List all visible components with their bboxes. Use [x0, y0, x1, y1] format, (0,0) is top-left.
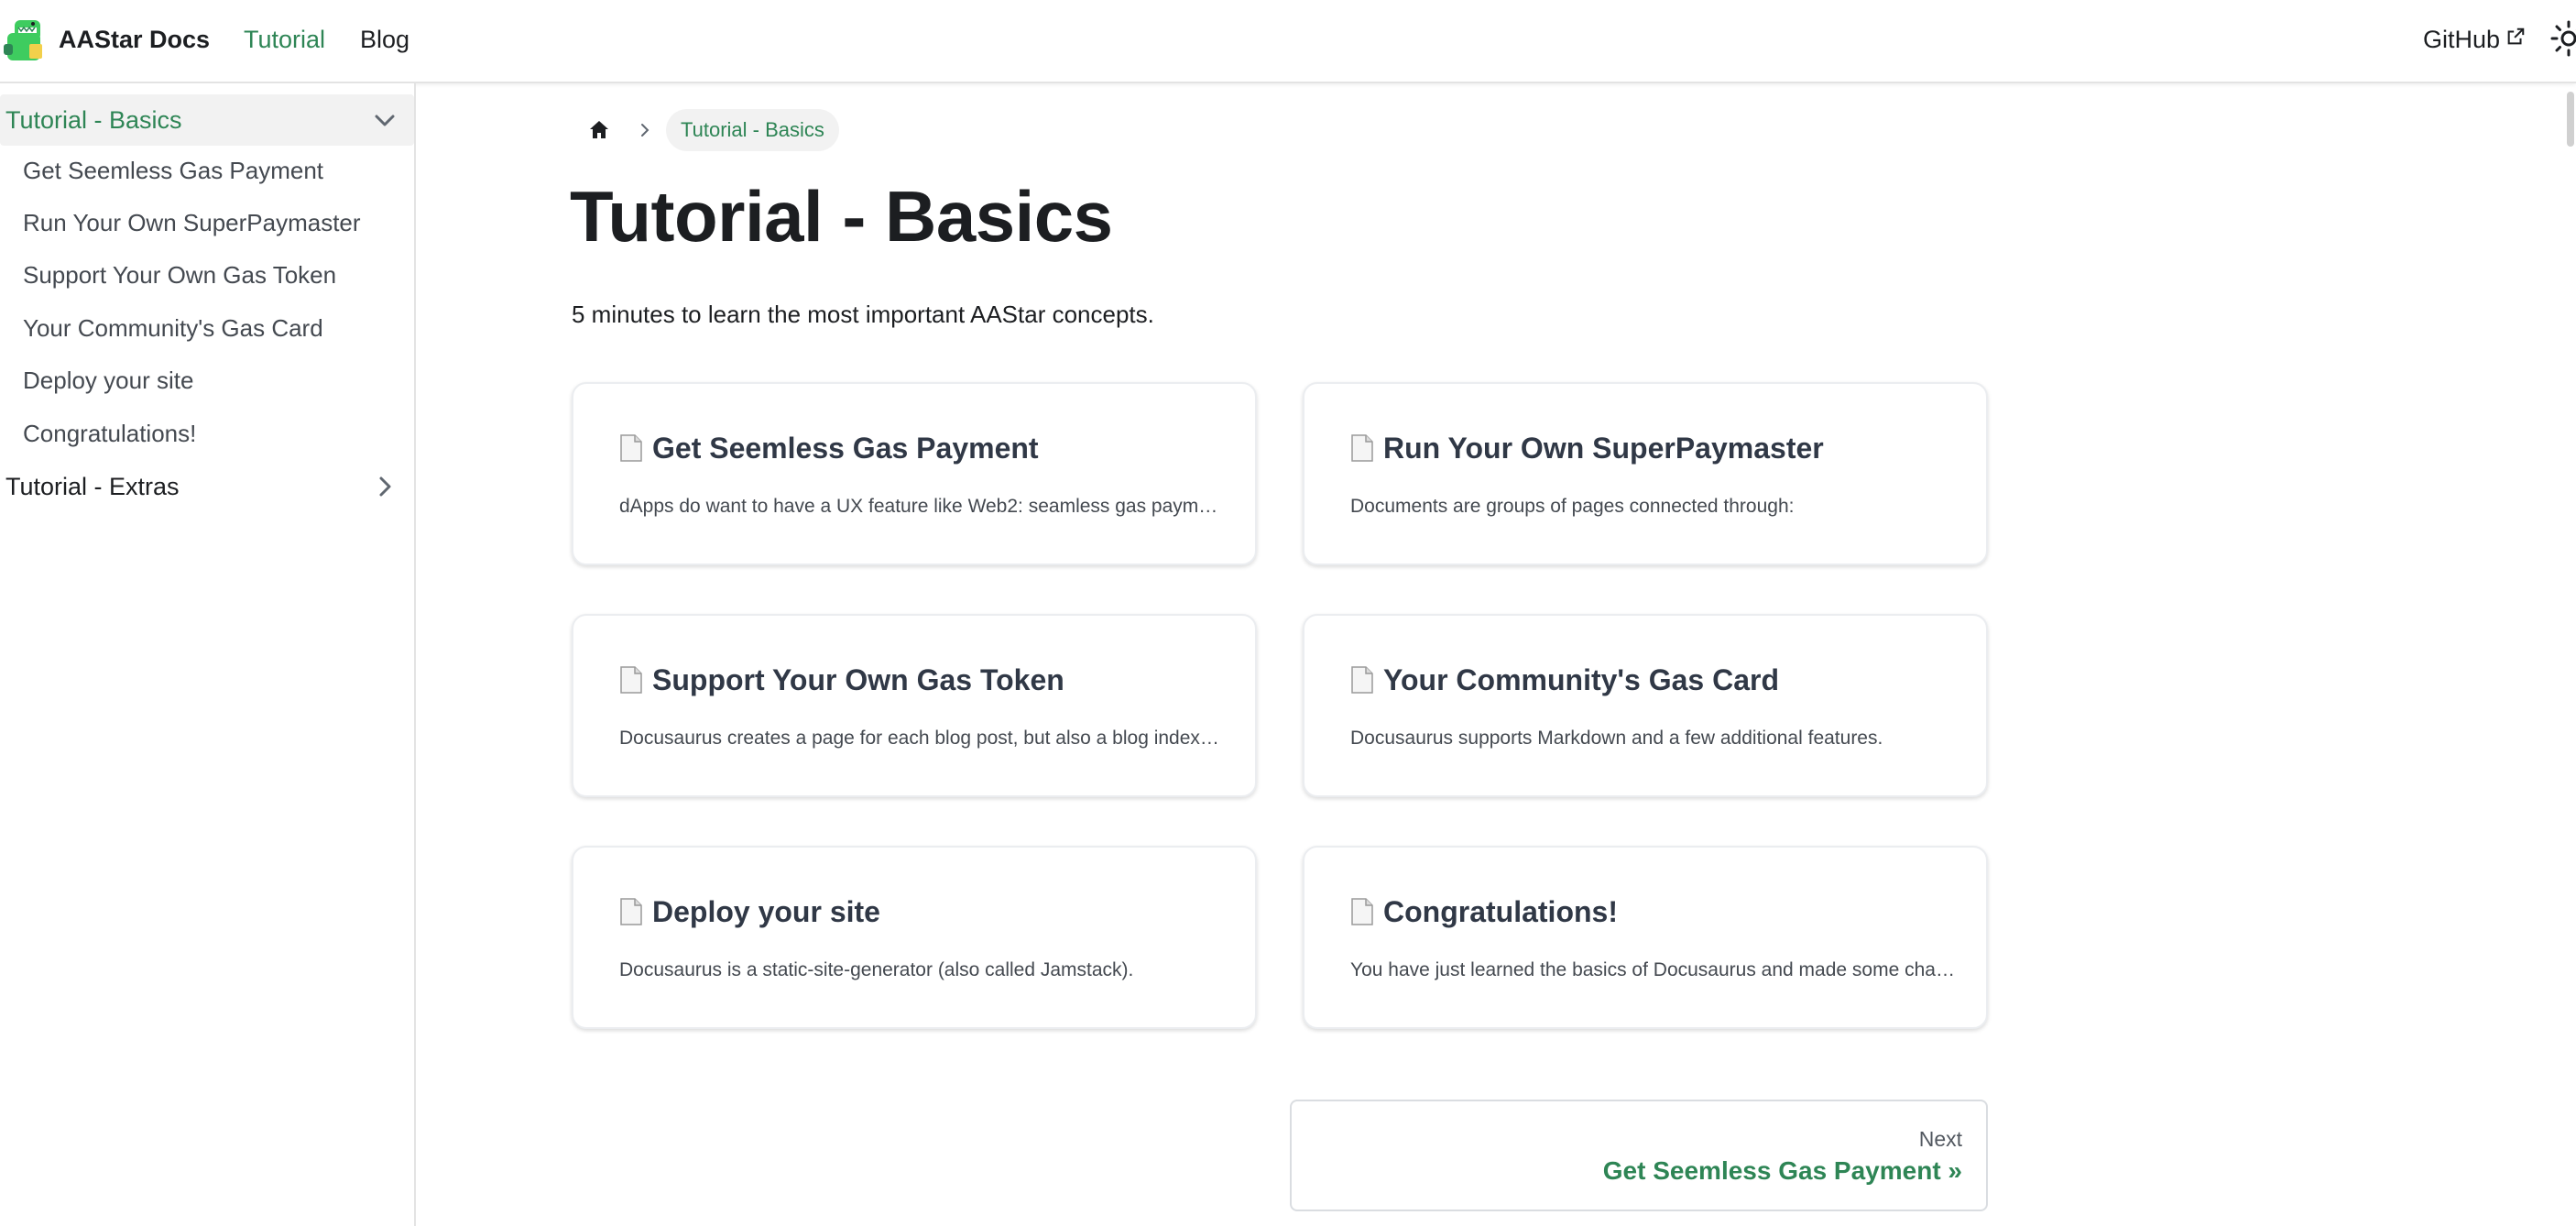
document-icon [1351, 898, 1373, 925]
page-title: Tutorial - Basics [570, 176, 1113, 257]
card-description: You have just learned the basics of Docu… [1350, 959, 1955, 980]
doc-card-deploy-your-site[interactable]: Deploy your site Docusaurus is a static-… [572, 846, 1257, 1029]
card-title: Congratulations! [1350, 893, 1618, 930]
sidebar-item-run-your-own-superpaymaster[interactable]: Run Your Own SuperPaymaster [23, 207, 361, 238]
card-title-text: Deploy your site [652, 895, 880, 928]
document-icon [620, 434, 642, 462]
brand-title: AAStar Docs [59, 25, 211, 53]
sidebar-category-label: Tutorial - Basics [5, 105, 182, 134]
card-description: Docusaurus is a static-site-generator (a… [619, 959, 1134, 980]
sidebar-item-deploy-your-site[interactable]: Deploy your site [23, 365, 193, 396]
nav-link-github[interactable]: GitHub [2423, 24, 2526, 55]
brand-link[interactable]: AAStar Docs [2, 16, 210, 62]
home-icon [590, 121, 608, 138]
chevron-right-icon[interactable] [372, 474, 398, 499]
dinosaur-logo-icon [4, 20, 42, 60]
theme-toggle-button[interactable] [2550, 20, 2576, 57]
nav-link-blog[interactable]: Blog [360, 24, 409, 55]
doc-card-get-seemless-gas-payment[interactable]: Get Seemless Gas Payment dApps do want t… [572, 382, 1257, 565]
document-icon [620, 898, 642, 925]
sidebar-category-tutorial-extras[interactable]: Tutorial - Extras [0, 461, 414, 512]
card-title-text: Get Seemless Gas Payment [652, 432, 1039, 465]
card-title-text: Support Your Own Gas Token [652, 663, 1064, 696]
card-title-text: Run Your Own SuperPaymaster [1383, 432, 1824, 465]
external-link-icon [2507, 27, 2525, 45]
document-icon [1351, 434, 1373, 462]
chevron-right-icon [641, 124, 649, 137]
document-icon [620, 666, 642, 694]
sidebar-item-congratulations[interactable]: Congratulations! [23, 418, 196, 449]
pagination-label: Get Seemless Gas Payment » [1602, 1156, 1962, 1185]
navbar: AAStar Docs Tutorial Blog GitHub [0, 0, 2576, 83]
breadcrumb-current: Tutorial - Basics [666, 109, 839, 151]
card-title-text: Your Community's Gas Card [1383, 663, 1779, 696]
sidebar-item-support-your-own-gas-token[interactable]: Support Your Own Gas Token [23, 259, 336, 290]
pagination-next-link[interactable]: Next Get Seemless Gas Payment » [1290, 1100, 1988, 1211]
page-description: 5 minutes to learn the most important AA… [572, 301, 1154, 328]
sidebar-item-get-seemless-gas-payment[interactable]: Get Seemless Gas Payment [23, 155, 323, 186]
chevron-down-icon[interactable] [372, 107, 398, 133]
card-description: Docusaurus creates a page for each blog … [619, 728, 1224, 749]
card-title: Support Your Own Gas Token [619, 662, 1064, 698]
card-description: Docusaurus supports Markdown and a few a… [1350, 728, 1883, 749]
card-title: Deploy your site [619, 893, 880, 930]
card-title: Get Seemless Gas Payment [619, 430, 1039, 466]
doc-card-support-your-own-gas-token[interactable]: Support Your Own Gas Token Docusaurus cr… [572, 614, 1257, 797]
doc-card-congratulations[interactable]: Congratulations! You have just learned t… [1303, 846, 1988, 1029]
doc-card-run-your-own-superpaymaster[interactable]: Run Your Own SuperPaymaster Documents ar… [1303, 382, 1988, 565]
pagination-sublabel: Next [1918, 1127, 1962, 1151]
card-description: Documents are groups of pages connected … [1350, 496, 1795, 517]
sidebar-category-tutorial-basics[interactable]: Tutorial - Basics [0, 94, 414, 146]
breadcrumb-home-link[interactable] [582, 113, 617, 148]
sidebar-item-your-communitys-gas-card[interactable]: Your Community's Gas Card [23, 312, 323, 344]
breadcrumb: Tutorial - Basics [582, 108, 839, 152]
nav-link-tutorial[interactable]: Tutorial [244, 24, 325, 55]
card-title: Your Community's Gas Card [1350, 662, 1779, 698]
sun-icon [2550, 20, 2576, 57]
docs-sidebar: Tutorial - Basics Get Seemless Gas Payme… [0, 83, 416, 1226]
card-title: Run Your Own SuperPaymaster [1350, 430, 1824, 466]
github-label: GitHub [2423, 26, 2501, 53]
card-title-text: Congratulations! [1383, 895, 1618, 928]
document-icon [1351, 666, 1373, 694]
page-scrollbar-thumb[interactable] [2567, 92, 2574, 147]
doc-card-your-communitys-gas-card[interactable]: Your Community's Gas Card Docusaurus sup… [1303, 614, 1988, 797]
sidebar-category-label: Tutorial - Extras [5, 472, 180, 500]
card-description: dApps do want to have a UX feature like … [619, 496, 1224, 517]
